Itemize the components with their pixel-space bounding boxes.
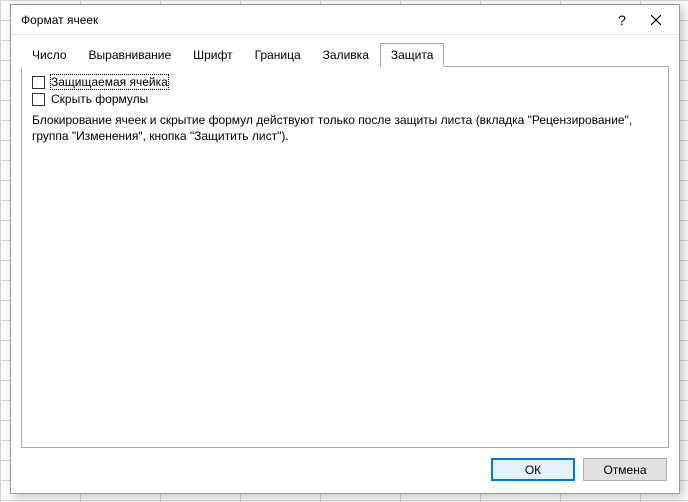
locked-checkbox-row[interactable]: Защищаемая ячейка [32,75,658,89]
tab-font[interactable]: Шрифт [182,43,243,67]
checkbox-icon [32,93,45,106]
cancel-button[interactable]: Отмена [583,458,667,481]
dialog-title: Формат ячеек [21,13,605,27]
close-icon [651,15,661,25]
protection-panel: Защищаемая ячейка Скрыть формулы Блокиро… [21,66,669,448]
locked-label: Защищаемая ячейка [51,75,168,89]
ok-button[interactable]: ОК [491,458,575,481]
format-cells-dialog: Формат ячеек ? Число Выравнивание Шрифт … [10,4,680,494]
protection-info-text: Блокирование ячеек и скрытие формул дейс… [32,112,658,144]
tab-strip: Число Выравнивание Шрифт Граница Заливка… [21,43,669,67]
titlebar: Формат ячеек ? [11,5,679,35]
hidden-checkbox-row[interactable]: Скрыть формулы [32,92,658,106]
tab-fill[interactable]: Заливка [312,43,380,67]
checkbox-icon [32,76,45,89]
tab-number[interactable]: Число [21,43,78,67]
help-button[interactable]: ? [605,8,639,32]
tab-protection[interactable]: Защита [380,43,445,67]
dialog-content: Число Выравнивание Шрифт Граница Заливка… [11,35,679,448]
hidden-label: Скрыть формулы [51,92,148,106]
close-button[interactable] [639,8,673,32]
tab-border[interactable]: Граница [244,43,312,67]
dialog-buttons: ОК Отмена [11,448,679,493]
tab-alignment[interactable]: Выравнивание [78,43,183,67]
